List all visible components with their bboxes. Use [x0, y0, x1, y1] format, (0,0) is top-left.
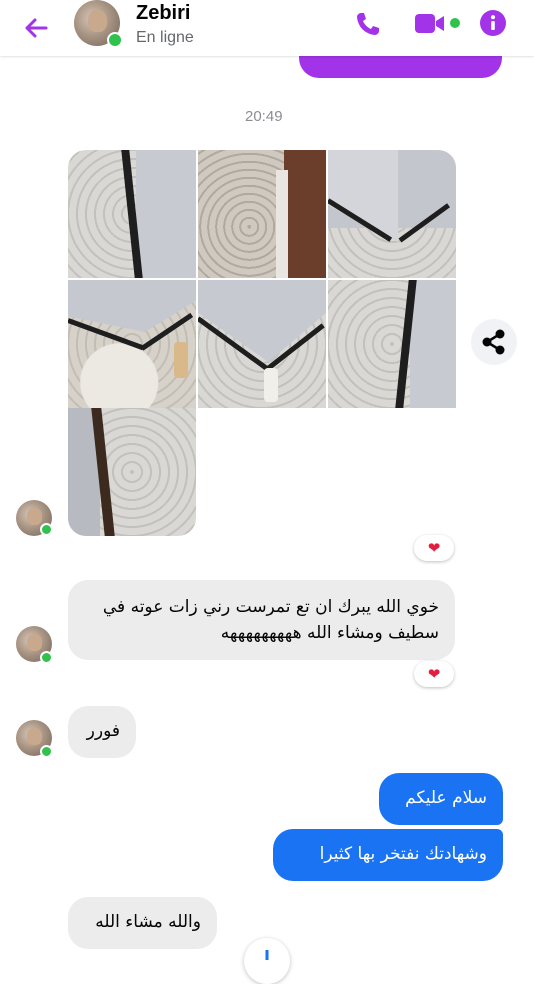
message-text: خوي الله يبرك ان تع تمرست رني زات عوته ف… [102, 597, 439, 643]
photo-tile[interactable] [198, 150, 326, 278]
outgoing-message[interactable]: سلام عليكم [379, 773, 503, 825]
arrow-left-icon [25, 18, 48, 38]
outgoing-message[interactable]: وشهادتك نفتخر بها كثيرا [273, 829, 503, 881]
photo-tile[interactable] [68, 150, 196, 278]
info-circle-icon [480, 10, 506, 36]
scroll-down-indicator[interactable] [244, 938, 290, 984]
incoming-message[interactable]: والله مشاء الله [68, 897, 217, 949]
share-button[interactable] [471, 319, 517, 365]
phone-icon [357, 13, 379, 35]
message-text: وشهادتك نفتخر بها كثيرا [319, 844, 487, 864]
online-indicator [40, 745, 53, 758]
message-text: والله مشاء الله [95, 912, 201, 932]
photo-tile[interactable] [328, 280, 456, 408]
share-icon [482, 329, 505, 355]
chat-header: Zebiri En ligne [0, 0, 534, 56]
chat-timestamp: 20:49 [245, 108, 283, 125]
video-camera-icon [415, 14, 460, 33]
photo-tile[interactable] [68, 280, 196, 408]
contact-name[interactable]: Zebiri [136, 2, 190, 25]
contact-status: En ligne [136, 29, 194, 46]
heart-reaction[interactable]: ❤ [414, 535, 454, 561]
arrow-down-icon [265, 950, 269, 960]
heart-icon: ❤ [427, 665, 441, 683]
online-indicator [107, 32, 123, 48]
message-text: سلام عليكم [405, 788, 487, 808]
online-indicator [40, 651, 53, 664]
call-button[interactable] [354, 10, 382, 38]
message-text: فورر [86, 721, 120, 741]
incoming-message[interactable]: خوي الله يبرك ان تع تمرست رني زات عوته ف… [68, 580, 455, 660]
online-indicator [40, 523, 53, 536]
heart-icon: ❤ [427, 539, 441, 557]
photo-tile[interactable] [198, 280, 326, 408]
back-button[interactable] [20, 12, 52, 44]
photo-tile[interactable] [68, 408, 196, 536]
incoming-message[interactable]: فورر [68, 706, 136, 758]
photo-tile[interactable] [328, 150, 456, 278]
photo-grid[interactable] [68, 150, 456, 536]
video-call-button[interactable] [414, 12, 462, 36]
heart-reaction[interactable]: ❤ [414, 661, 454, 687]
info-button[interactable] [480, 10, 506, 36]
